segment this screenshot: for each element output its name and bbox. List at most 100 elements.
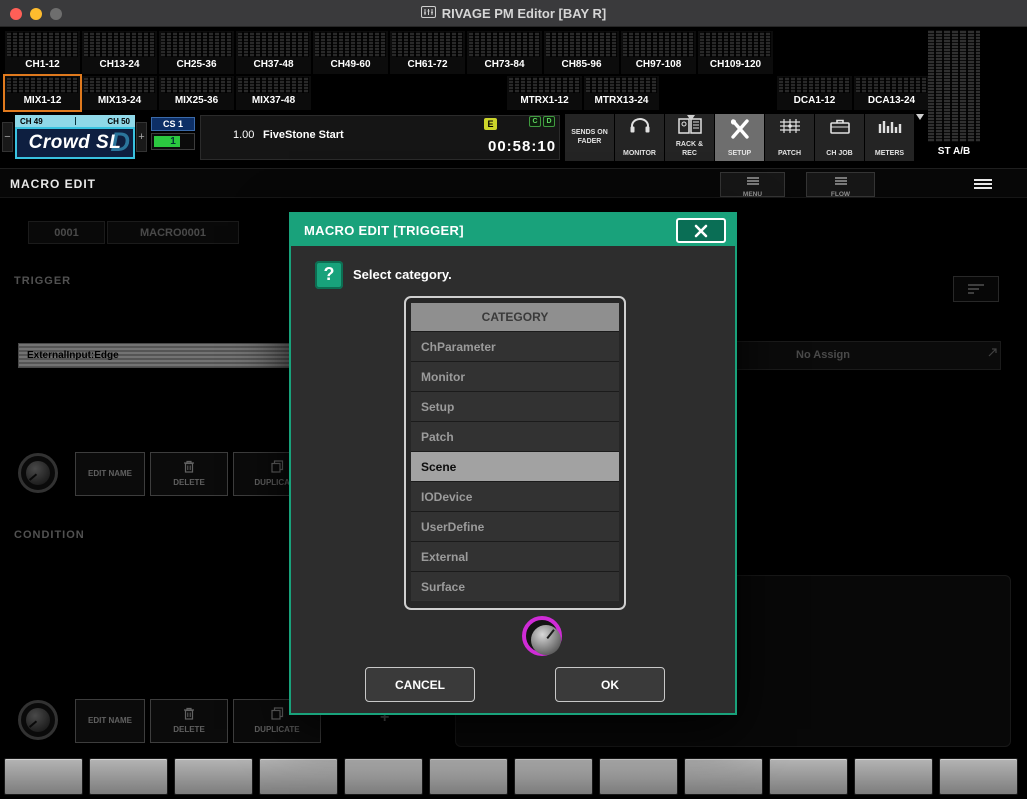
function-key[interactable]: [259, 758, 338, 795]
dialog-select-knob[interactable]: [522, 616, 562, 656]
rack-rec-button[interactable]: RACK & REC: [665, 114, 714, 161]
menu-lines-icon: [746, 172, 760, 190]
dialog-close-button[interactable]: [676, 218, 726, 243]
channel-meters: [7, 77, 78, 93]
bank-ch13-24[interactable]: CH13-24: [82, 31, 157, 74]
dialog-title: MACRO EDIT [TRIGGER]: [304, 223, 464, 238]
patch-grid-icon: [765, 118, 814, 134]
app-icon: [421, 6, 436, 21]
timecode-display: 00:58:10: [488, 138, 556, 155]
page-bar: MACRO EDIT MENU FLOW: [0, 168, 1027, 198]
menu-button-label: MENU: [743, 191, 762, 198]
bank-ch97-108[interactable]: CH97-108: [621, 31, 696, 74]
category-item-scene[interactable]: Scene: [411, 451, 619, 481]
briefcase-icon: [815, 118, 864, 134]
bank-ch37-48[interactable]: CH37-48: [236, 31, 311, 74]
function-key[interactable]: [344, 758, 423, 795]
category-listbox: CATEGORYChParameterMonitorSetupPatchScen…: [404, 296, 626, 610]
flow-button[interactable]: FLOW: [806, 172, 875, 197]
flow-lines-icon: [834, 172, 848, 190]
setup-button[interactable]: SETUP: [715, 114, 764, 161]
bank-ch109-120[interactable]: CH109-120: [698, 31, 773, 74]
channel-bank-row-inputs: CH1-12CH13-24CH25-36CH37-48CH49-60CH61-7…: [5, 31, 773, 74]
dropdown-triangle-icon[interactable]: [916, 114, 924, 120]
bank-ch61-72[interactable]: CH61-72: [390, 31, 465, 74]
ch-job-button[interactable]: CH JOB: [815, 114, 864, 161]
bank-mix25-36[interactable]: MIX25-36: [159, 76, 234, 110]
function-key[interactable]: [4, 758, 83, 795]
bank-dca13-24[interactable]: DCA13-24: [854, 76, 929, 110]
bank-ch1-12[interactable]: CH1-12: [5, 31, 80, 74]
knob-cap: [531, 625, 561, 655]
hamburger-menu-icon[interactable]: [972, 177, 994, 191]
sends-on-fader-button[interactable]: SENDS ON FADER: [565, 114, 614, 161]
scene-edit-badge: E: [484, 118, 497, 130]
channel-pair-left: CH 49: [20, 117, 43, 126]
selected-channel-display[interactable]: D Crowd SL: [15, 127, 135, 159]
channel-meters: [392, 32, 463, 57]
channel-meters: [546, 32, 617, 57]
category-item-patch[interactable]: Patch: [411, 421, 619, 451]
channel-meters: [856, 77, 927, 93]
channel-increment-button[interactable]: +: [136, 122, 147, 152]
stereo-master-label: ST A/B: [928, 146, 980, 157]
channel-meters: [623, 32, 694, 57]
help-icon: ?: [315, 261, 343, 289]
category-item-iodevice[interactable]: IODevice: [411, 481, 619, 511]
scene-display[interactable]: 1.00 FiveStone Start E C D 00:58:10: [200, 115, 560, 160]
main-toolbar: SENDS ON FADERMONITORRACK & RECSETUPPATC…: [565, 114, 914, 161]
control-surface-label: CS 1: [151, 117, 195, 131]
function-key[interactable]: [769, 758, 848, 795]
channel-meters: [84, 77, 155, 93]
category-item-monitor[interactable]: Monitor: [411, 361, 619, 391]
patch-button[interactable]: PATCH: [765, 114, 814, 161]
bank-mtrx1-12[interactable]: MTRX1-12: [507, 76, 582, 110]
channel-name: Crowd SL: [29, 132, 122, 154]
bank-ch85-96[interactable]: CH85-96: [544, 31, 619, 74]
channel-meters: [7, 32, 78, 57]
meters-button[interactable]: METERS: [865, 114, 914, 161]
headphones-icon: [615, 118, 664, 134]
bank-mtrx13-24[interactable]: MTRX13-24: [584, 76, 659, 110]
function-key[interactable]: [939, 758, 1018, 795]
channel-meters: [509, 77, 580, 93]
bank-dca1-12[interactable]: DCA1-12: [777, 76, 852, 110]
menu-button[interactable]: MENU: [720, 172, 785, 197]
channel-meters: [469, 32, 540, 57]
bank-ch25-36[interactable]: CH25-36: [159, 31, 234, 74]
category-item-userdefine[interactable]: UserDefine: [411, 511, 619, 541]
channel-meters: [238, 77, 309, 93]
channel-meters: [315, 32, 386, 57]
dialog-header: MACRO EDIT [TRIGGER]: [291, 214, 735, 246]
channel-decrement-button[interactable]: −: [2, 122, 13, 152]
rivage-pm-editor-window: RIVAGE PM Editor [BAY R] CH1-12CH13-24CH…: [0, 0, 1027, 799]
bank-mix37-48[interactable]: MIX37-48: [236, 76, 311, 110]
bank-ch73-84[interactable]: CH73-84: [467, 31, 542, 74]
stereo-master-meters: [928, 30, 980, 142]
function-key[interactable]: [684, 758, 763, 795]
badge-d: D: [543, 116, 555, 127]
minimize-window-button[interactable]: [30, 8, 42, 20]
channel-meters: [779, 77, 850, 93]
function-key[interactable]: [854, 758, 933, 795]
function-key[interactable]: [514, 758, 593, 795]
close-window-button[interactable]: [10, 8, 22, 20]
zoom-window-button[interactable]: [50, 8, 62, 20]
function-key[interactable]: [599, 758, 678, 795]
category-item-chparameter[interactable]: ChParameter: [411, 331, 619, 361]
category-item-surface[interactable]: Surface: [411, 571, 619, 601]
cancel-button[interactable]: CANCEL: [365, 667, 475, 702]
category-item-setup[interactable]: Setup: [411, 391, 619, 421]
function-key[interactable]: [429, 758, 508, 795]
dropdown-triangle-icon[interactable]: [687, 115, 695, 121]
traffic-lights: [10, 8, 62, 20]
bank-mix13-24[interactable]: MIX13-24: [82, 76, 157, 110]
bank-mix1-12[interactable]: MIX1-12: [5, 76, 80, 110]
function-key[interactable]: [174, 758, 253, 795]
bank-ch49-60[interactable]: CH49-60: [313, 31, 388, 74]
channel-meters: [161, 77, 232, 93]
ok-button[interactable]: OK: [555, 667, 665, 702]
function-key[interactable]: [89, 758, 168, 795]
category-item-external[interactable]: External: [411, 541, 619, 571]
monitor-button[interactable]: MONITOR: [615, 114, 664, 161]
